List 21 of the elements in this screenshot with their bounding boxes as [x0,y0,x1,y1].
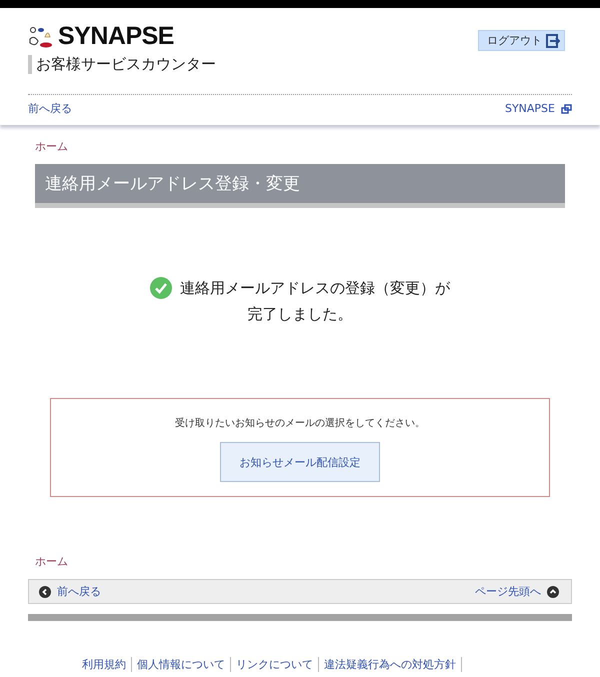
page-top-link[interactable]: ページ先頭へ [475,584,559,599]
back-link[interactable]: 前へ戻る [28,101,72,116]
notice-text: 受け取りたいお知らせのメールの選択をしてください。 [175,416,425,430]
synapse-link[interactable]: SYNAPSE [504,102,572,115]
footer-link[interactable]: 利用規約 [82,657,132,672]
completion-message: 完了しました。 [248,305,352,324]
mail-settings-button[interactable]: お知らせメール配信設定 [220,442,380,482]
back-link[interactable]: 前へ戻る [39,584,101,599]
completion-message: 連絡用メールアドレスの登録（変更）が [180,278,450,298]
page-title: 連絡用メールアドレス登録・変更 [35,164,565,208]
footer-link[interactable]: 違法疑義行為への対処方針 [319,657,462,672]
footer-link[interactable]: 個人情報について [132,657,231,672]
logout-button[interactable]: ログアウト [478,30,565,51]
breadcrumb-link[interactable]: ホーム [35,555,68,568]
site-subtitle: お客様サービスカウンター [28,55,216,74]
footer-link[interactable]: リンクについて [231,657,319,672]
breadcrumb-link[interactable]: ホーム [35,140,68,153]
logo-text: SYNAPSE [58,22,174,51]
check-icon [150,277,172,299]
logout-icon [546,34,560,48]
external-window-icon [561,104,572,114]
